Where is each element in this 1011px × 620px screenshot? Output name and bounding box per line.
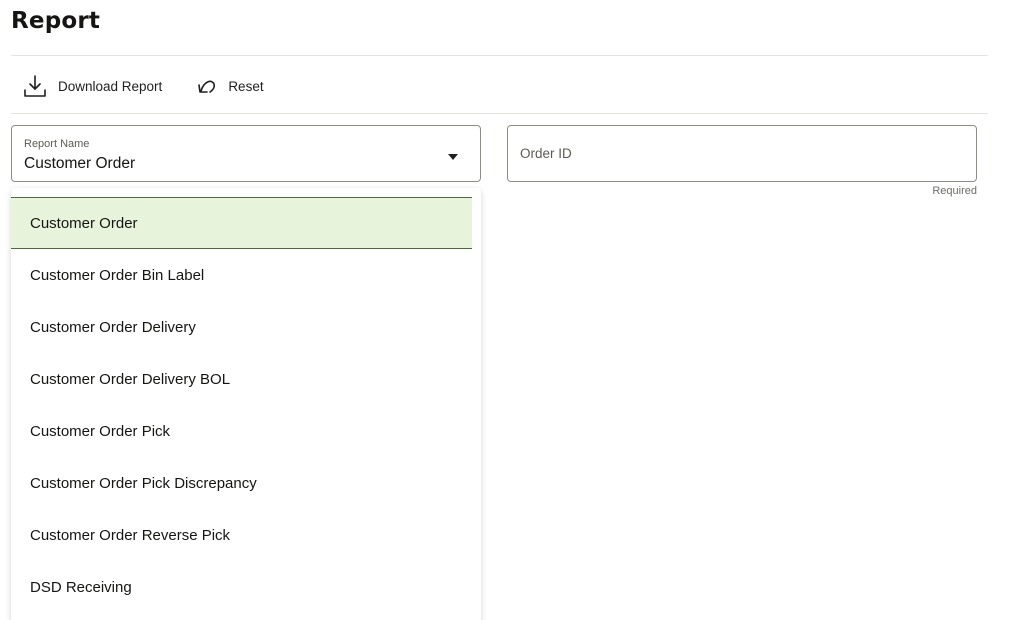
undo-icon: [196, 75, 218, 97]
option-label: Customer Order Pick Discrepancy: [30, 474, 257, 492]
page-title: Report: [11, 8, 101, 34]
reset-label: Reset: [228, 78, 264, 94]
dropdown-option[interactable]: Customer Order Bin Label: [11, 249, 472, 301]
reset-button[interactable]: Reset: [196, 75, 264, 97]
option-label: Customer Order: [30, 214, 138, 232]
toolbar: Download Report Reset: [22, 72, 264, 100]
report-name-dropdown: Customer Order Customer Order Bin Label …: [11, 188, 481, 620]
caret-down-icon: [447, 148, 459, 166]
option-label: Customer Order Delivery: [30, 318, 196, 336]
dropdown-option[interactable]: Customer Order: [11, 197, 472, 249]
download-icon: [22, 73, 48, 99]
report-name-label: Report Name: [24, 138, 90, 150]
download-report-label: Download Report: [58, 78, 163, 94]
report-name-select[interactable]: Report Name Customer Order: [11, 125, 481, 182]
order-id-required-hint: Required: [932, 185, 977, 197]
option-label: Customer Order Delivery BOL: [30, 370, 231, 388]
dropdown-option[interactable]: Customer Order Pick Discrepancy: [11, 457, 472, 509]
order-id-field[interactable]: [507, 125, 977, 182]
dropdown-option[interactable]: DSD Receiving: [11, 561, 472, 613]
option-label: Customer Order Pick: [30, 422, 171, 440]
dropdown-option[interactable]: Customer Order Delivery: [11, 301, 472, 353]
report-page: Report Download Report Reset Report Name…: [0, 0, 1011, 620]
dropdown-option[interactable]: Customer Order Reverse Pick: [11, 509, 472, 561]
toolbar-divider: [11, 113, 988, 114]
dropdown-option[interactable]: Customer Order Pick: [11, 405, 472, 457]
title-divider: [11, 55, 988, 56]
order-id-input[interactable]: [520, 126, 960, 181]
download-report-button[interactable]: Download Report: [22, 73, 162, 99]
option-label: Customer Order Reverse Pick: [30, 526, 231, 544]
report-name-value: Customer Order: [24, 155, 136, 172]
dropdown-option[interactable]: Customer Order Delivery BOL: [11, 353, 472, 405]
option-label: Customer Order Bin Label: [30, 266, 205, 284]
option-label: DSD Receiving: [30, 578, 132, 596]
